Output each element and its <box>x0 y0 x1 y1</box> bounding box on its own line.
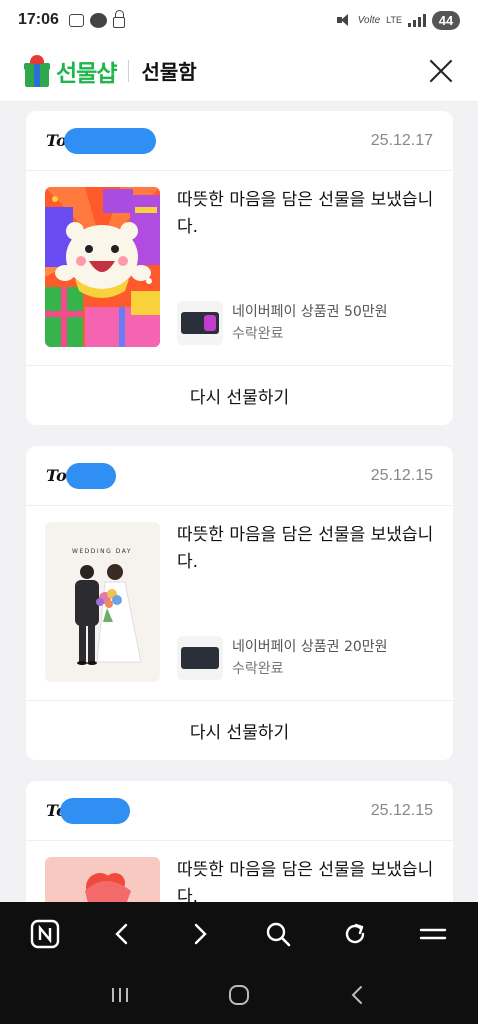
product-name: 네이버페이 상품권 50만원 <box>232 304 388 320</box>
battery-indicator: 44 <box>432 10 460 30</box>
lte-indicator: LTE <box>386 14 402 25</box>
recipient-redaction <box>60 797 131 824</box>
gift-status: 수락완료 <box>232 661 284 677</box>
gift-date: 25.12.15 <box>370 801 433 819</box>
close-button[interactable] <box>426 57 454 85</box>
page-title: 선물함 <box>141 60 197 84</box>
product-thumbnail <box>177 636 223 680</box>
gift-message: 따뜻한 마음을 담은 선물을 보냈습니다. <box>177 860 434 902</box>
gift-product: 네이버페이 상품권 20만원 수락완료 <box>177 636 388 680</box>
gift-card-body[interactable]: 따뜻한 마음을 담은 선물을 보냈습니다. 네이버페이 상품권 50만원 수락완… <box>26 171 453 365</box>
recipient-redaction <box>64 127 157 154</box>
refresh-icon <box>346 923 365 944</box>
gift-logo-icon[interactable] <box>24 54 50 87</box>
browser-refresh-button[interactable] <box>335 914 375 954</box>
menu-icon <box>419 928 447 940</box>
status-system-icons: Volte LTE 44 <box>336 10 460 30</box>
header-divider <box>128 59 130 82</box>
gift-info: 따뜻한 마음을 담은 선물을 보냈습니다. 네이버페이 상품권 50만원 수락완… <box>160 187 434 347</box>
gift-message: 따뜻한 마음을 담은 선물을 보냈습니다. <box>177 525 434 572</box>
system-navigation-bar <box>0 966 478 1024</box>
voucher-card-icon <box>181 647 219 669</box>
naver-home-button[interactable] <box>25 914 65 954</box>
brand-logo-text[interactable]: 선물샵 <box>56 54 117 88</box>
wedding-day-text: WEDDING DAY <box>72 548 132 555</box>
gift-product: 네이버페이 상품권 50만원 수락완료 <box>177 301 388 345</box>
recipient: To. <box>46 127 157 154</box>
screenshot-icon <box>68 13 84 27</box>
gift-card: To. 25.12.15 따뜻한 마음을 담은 선물을 보냈습니다. <box>26 781 453 902</box>
gift-thumbnail-pink <box>45 857 160 902</box>
status-time: 17:06 <box>18 11 59 28</box>
gift-info: 따뜻한 마음을 담은 선물을 보냈습니다. <box>160 857 434 902</box>
lock-icon <box>112 9 125 28</box>
browser-toolbar <box>0 902 478 966</box>
back-icon <box>115 923 128 945</box>
gift-thumbnail-bear <box>45 187 160 347</box>
gift-message: 따뜻한 마음을 담은 선물을 보냈습니다. <box>177 190 434 237</box>
browser-menu-button[interactable] <box>413 914 453 954</box>
status-bar: 17:06 Volte LTE 44 <box>0 0 478 40</box>
recent-apps-icon <box>111 988 128 1002</box>
gift-date: 25.12.15 <box>370 466 433 484</box>
recipient: To. <box>46 797 131 824</box>
home-icon <box>228 985 249 1005</box>
regift-button[interactable]: 다시 선물하기 <box>26 700 453 760</box>
app-header: 선물샵 선물함 <box>0 40 478 102</box>
back-icon <box>351 986 363 1004</box>
status-notification-icons <box>68 9 125 28</box>
gift-card-body[interactable]: WEDDING DAY 따뜻한 마음을 담은 선물을 보냈습니다. 네이버페이 … <box>26 506 453 700</box>
gift-card-header: To. 25.12.17 <box>26 111 453 171</box>
home-button[interactable] <box>219 975 259 1015</box>
gift-card: To. 25.12.15 WEDDING DAY 따뜻한 마음을 담은 선물을 … <box>26 446 453 760</box>
system-back-button[interactable] <box>338 975 378 1015</box>
recipient-redaction <box>66 462 117 489</box>
browser-search-button[interactable] <box>258 914 298 954</box>
gift-status: 수락완료 <box>232 326 284 342</box>
search-icon <box>266 922 291 947</box>
browser-forward-button[interactable] <box>180 914 220 954</box>
recent-apps-button[interactable] <box>100 975 140 1015</box>
naver-home-icon <box>30 919 60 949</box>
gift-info: 따뜻한 마음을 담은 선물을 보냈습니다. 네이버페이 상품권 20만원 수락완… <box>160 522 434 682</box>
gift-list[interactable]: To. 25.12.17 따뜻한 마음을 담은 선물을 보냈습니다. 네이버페이… <box>0 103 478 902</box>
gift-thumbnail-wedding: WEDDING DAY <box>45 522 160 682</box>
volte-indicator: Volte <box>357 14 381 26</box>
gift-date: 25.12.17 <box>370 131 433 149</box>
forward-icon <box>194 923 207 945</box>
gift-card-body[interactable]: 따뜻한 마음을 담은 선물을 보냈습니다. <box>26 841 453 902</box>
gift-card-header: To. 25.12.15 <box>26 446 453 506</box>
regift-button[interactable]: 다시 선물하기 <box>26 365 453 425</box>
mute-icon <box>336 13 352 27</box>
gift-card: To. 25.12.17 따뜻한 마음을 담은 선물을 보냈습니다. 네이버페이… <box>26 111 453 425</box>
browser-back-button[interactable] <box>102 914 142 954</box>
product-thumbnail <box>177 301 223 345</box>
voucher-card-icon <box>181 312 219 334</box>
signal-icon <box>408 13 426 27</box>
recipient: To. <box>46 462 117 489</box>
product-name: 네이버페이 상품권 20만원 <box>232 639 388 655</box>
talk-icon <box>89 12 107 28</box>
gift-card-header: To. 25.12.15 <box>26 781 453 841</box>
